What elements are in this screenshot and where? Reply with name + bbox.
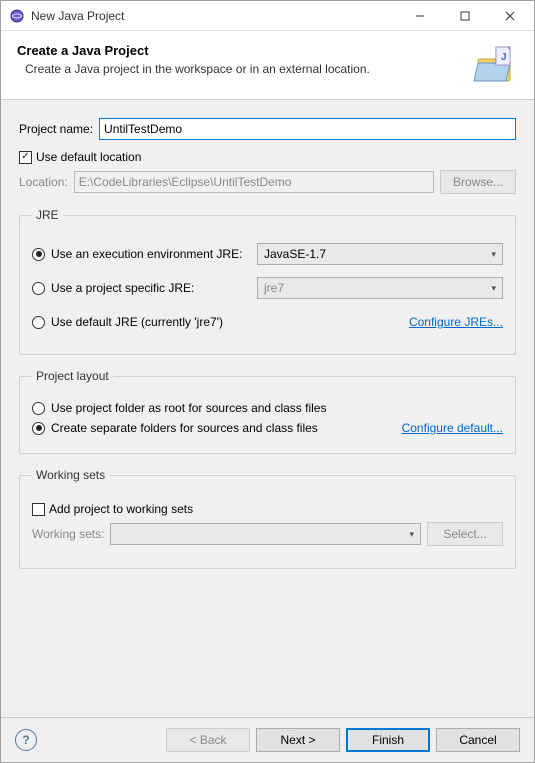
jre-project-label: Use a project specific JRE: bbox=[51, 281, 251, 295]
configure-default-link[interactable]: Configure default... bbox=[402, 421, 503, 435]
working-sets-checkbox-label: Add project to working sets bbox=[49, 502, 193, 516]
banner-title: Create a Java Project bbox=[17, 43, 466, 58]
chevron-down-icon: ▾ bbox=[491, 283, 496, 294]
location-label: Location: bbox=[19, 175, 68, 189]
jre-exec-env-label: Use an execution environment JRE: bbox=[51, 247, 251, 261]
select-working-sets-button: Select... bbox=[427, 522, 503, 546]
radio-project-jre[interactable] bbox=[32, 282, 45, 295]
layout-root-label: Use project folder as root for sources a… bbox=[51, 401, 326, 415]
project-layout-group: Project layout Use project folder as roo… bbox=[19, 369, 516, 454]
configure-jres-link[interactable]: Configure JREs... bbox=[409, 315, 503, 329]
eclipse-icon bbox=[9, 8, 25, 24]
radio-root-folder[interactable] bbox=[32, 402, 45, 415]
checkbox-icon bbox=[19, 151, 32, 164]
project-name-label: Project name: bbox=[19, 122, 93, 136]
project-jre-select: jre7 ▾ bbox=[257, 277, 503, 299]
exec-env-select[interactable]: JavaSE-1.7 ▾ bbox=[257, 243, 503, 265]
working-sets-legend: Working sets bbox=[32, 468, 109, 482]
minimize-button[interactable] bbox=[397, 2, 442, 30]
button-bar: ? < Back Next > Finish Cancel bbox=[1, 717, 534, 762]
banner-description: Create a Java project in the workspace o… bbox=[25, 62, 466, 76]
jre-legend: JRE bbox=[32, 208, 63, 222]
add-working-sets-checkbox[interactable]: Add project to working sets bbox=[32, 502, 503, 516]
folder-wizard-icon: J bbox=[466, 43, 518, 85]
chevron-down-icon: ▾ bbox=[409, 529, 414, 540]
jre-group: JRE Use an execution environment JRE: Ja… bbox=[19, 208, 516, 355]
layout-legend: Project layout bbox=[32, 369, 113, 383]
default-location-checkbox[interactable]: Use default location bbox=[19, 150, 516, 164]
chevron-down-icon: ▾ bbox=[491, 249, 496, 260]
dialog-content: Project name: Use default location Locat… bbox=[1, 100, 534, 717]
project-name-input[interactable] bbox=[99, 118, 516, 140]
cancel-button[interactable]: Cancel bbox=[436, 728, 520, 752]
default-location-label: Use default location bbox=[36, 150, 141, 164]
svg-text:J: J bbox=[501, 52, 507, 63]
maximize-button[interactable] bbox=[442, 2, 487, 30]
working-sets-group: Working sets Add project to working sets… bbox=[19, 468, 516, 569]
checkbox-icon bbox=[32, 503, 45, 516]
banner: Create a Java Project Create a Java proj… bbox=[1, 31, 534, 100]
window-title: New Java Project bbox=[31, 9, 397, 23]
radio-default-jre[interactable] bbox=[32, 316, 45, 329]
close-button[interactable] bbox=[487, 2, 532, 30]
titlebar: New Java Project bbox=[1, 1, 534, 31]
working-sets-label: Working sets: bbox=[32, 527, 104, 541]
browse-button: Browse... bbox=[440, 170, 516, 194]
help-icon[interactable]: ? bbox=[15, 729, 37, 751]
working-sets-select: ▾ bbox=[110, 523, 421, 545]
layout-separate-label: Create separate folders for sources and … bbox=[51, 421, 396, 435]
location-input bbox=[74, 171, 434, 193]
finish-button[interactable]: Finish bbox=[346, 728, 430, 752]
radio-separate-folders[interactable] bbox=[32, 422, 45, 435]
back-button: < Back bbox=[166, 728, 250, 752]
radio-exec-env[interactable] bbox=[32, 248, 45, 261]
next-button[interactable]: Next > bbox=[256, 728, 340, 752]
jre-default-label: Use default JRE (currently 'jre7') bbox=[51, 315, 403, 329]
